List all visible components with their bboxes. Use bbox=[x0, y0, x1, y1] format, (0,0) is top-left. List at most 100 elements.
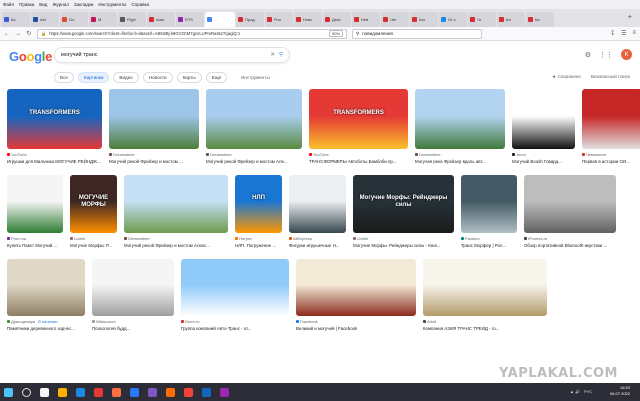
image-result[interactable]: TRANSFORMERS YouTube Игрушки для Мальчика … bbox=[7, 89, 102, 171]
result-caption[interactable]: Великий и могучий | Facebook bbox=[296, 326, 416, 331]
result-thumbnail[interactable] bbox=[92, 259, 174, 316]
taskbar-app-icon[interactable] bbox=[94, 387, 103, 397]
browser-tab[interactable]: Прод bbox=[236, 12, 264, 27]
image-result[interactable]: Prom.ua Купить Пакет Могучий ... bbox=[7, 175, 63, 255]
tab-4[interactable]: Новости bbox=[142, 72, 173, 83]
result-thumbnail[interactable] bbox=[7, 175, 63, 233]
image-result[interactable]: Dreamstime Могучий рекой Фрейзер и мостом… bbox=[206, 89, 302, 171]
downloads-icon[interactable]: ↧ bbox=[610, 30, 615, 37]
result-caption[interactable]: Могучий рекой Фрейзер и мостом Але... bbox=[206, 159, 302, 164]
tab-2[interactable]: Картинки bbox=[77, 72, 110, 83]
image-result[interactable]: НЛП Литрес НЛП. Погружение ... bbox=[235, 175, 282, 255]
result-thumbnail[interactable] bbox=[461, 175, 517, 233]
result-source[interactable]: AliExpress bbox=[289, 236, 346, 241]
taskbar-app-icon[interactable] bbox=[58, 387, 67, 397]
browser-tab[interactable]: Агас bbox=[147, 12, 175, 27]
google-logo[interactable]: Google bbox=[9, 49, 52, 64]
image-result[interactable]: Чемпионат Первая в истории ОИ... bbox=[582, 89, 640, 171]
result-thumbnail[interactable] bbox=[289, 175, 346, 233]
url-bar[interactable]: 🔒 https://www.google.com/search?client=f… bbox=[37, 28, 347, 39]
tab-5[interactable]: Карты bbox=[176, 72, 202, 83]
result-source[interactable]: Joom bbox=[512, 152, 575, 157]
image-result[interactable]: Artoll Компания АЗИЯ ТРАНС ТРЕЙД - го... bbox=[423, 259, 547, 338]
result-source[interactable]: iPhones.ru bbox=[524, 236, 616, 241]
apps-grid-icon[interactable]: ⋮⋮ bbox=[599, 51, 613, 59]
taskbar-app-icon[interactable] bbox=[112, 387, 121, 397]
tab-3[interactable]: Видео bbox=[113, 72, 139, 83]
image-result[interactable]: AliExpress Фигурки игрушечные Н... bbox=[289, 175, 346, 255]
result-thumbnail[interactable] bbox=[512, 89, 575, 149]
result-caption[interactable]: Игрушки для Мальчика МОГУЧИЕ РЕЙНДЖЕРЫ bbox=[7, 159, 102, 164]
image-result[interactable]: Драгоценара В наличии Памятники деревянног… bbox=[7, 259, 85, 338]
browser-tab[interactable]: Дега bbox=[323, 12, 351, 27]
image-result[interactable]: iPhones.ru Обзор портативной Bluetooth-ак… bbox=[524, 175, 616, 255]
result-thumbnail[interactable] bbox=[296, 259, 416, 316]
search-query[interactable]: могучий транс bbox=[61, 52, 266, 58]
result-thumbnail[interactable] bbox=[206, 89, 302, 149]
result-caption[interactable]: Памятники деревянного зодчес... bbox=[7, 326, 85, 331]
browser-tab[interactable]: М bbox=[89, 12, 117, 27]
tab-6[interactable]: Ещё bbox=[205, 72, 228, 83]
menu-item[interactable]: Вид bbox=[39, 2, 47, 7]
result-caption[interactable]: Фигурки игрушечные Н... bbox=[289, 243, 346, 248]
result-caption[interactable]: ТРАНСФОРМЕРЫ Автоботы Бамблби пр... bbox=[309, 159, 408, 164]
back-icon[interactable]: ← bbox=[4, 31, 10, 37]
result-thumbnail[interactable]: TRANSFORMERS bbox=[7, 89, 102, 149]
result-caption[interactable]: НЛП. Погружение ... bbox=[235, 243, 282, 248]
reload-icon[interactable]: ↻ bbox=[26, 30, 32, 37]
result-source[interactable]: Dreamstime bbox=[415, 152, 505, 157]
result-caption[interactable]: Обзор портативной Bluetooth-акустики ... bbox=[524, 243, 616, 248]
browser-search-box[interactable]: ⚲ повидомления bbox=[352, 28, 482, 39]
result-caption[interactable]: Могучая река Фрейзер вдоль авт... bbox=[415, 159, 505, 164]
result-source[interactable]: Drom.ru bbox=[181, 319, 289, 324]
result-thumbnail[interactable] bbox=[423, 259, 547, 316]
search-icon[interactable]: ⚲ bbox=[279, 52, 283, 58]
browser-tab[interactable]: RTS bbox=[176, 12, 204, 27]
image-result[interactable]: Dreamstime Могучий рекой Фрейзер и мостом… bbox=[124, 175, 228, 255]
result-caption[interactable]: Могучие Морфы. Рейнджеры силы - Книг... bbox=[353, 243, 454, 248]
menu-item[interactable]: Файл bbox=[3, 2, 14, 7]
browser-tab[interactable]: Роо bbox=[265, 12, 293, 27]
saved-link[interactable]: ★ Сохранено bbox=[552, 74, 581, 80]
result-caption[interactable]: Компания АЗИЯ ТРАНС ТРЕЙД - го... bbox=[423, 326, 547, 331]
result-thumbnail[interactable] bbox=[109, 89, 199, 149]
tray-icons[interactable]: ▲ 🔊 bbox=[570, 389, 580, 394]
tab-1[interactable]: Все bbox=[54, 72, 74, 83]
result-source[interactable]: Dreamstime bbox=[206, 152, 302, 157]
image-result[interactable]: МОГУЧИЕ МОРФЫ Livelib Могучие Морфы: Р... bbox=[70, 175, 117, 255]
result-source[interactable]: Livelib bbox=[353, 236, 454, 241]
taskbar-app-icon[interactable] bbox=[184, 387, 193, 397]
browser-tab[interactable]: Чет bbox=[381, 12, 409, 27]
result-source[interactable]: Facebook bbox=[296, 319, 416, 324]
image-result[interactable]: Joom Могучий Boosh Говард... bbox=[512, 89, 575, 171]
new-tab-button[interactable]: + bbox=[628, 14, 632, 21]
safe-search-link[interactable]: Безопасный поиск bbox=[591, 74, 630, 80]
result-thumbnail[interactable]: Могучие Морфы: Рейнджеры силы bbox=[353, 175, 454, 233]
tools-button[interactable]: Инструменты bbox=[241, 75, 270, 80]
image-result[interactable]: Drom.ru Группа компаний Авто-Транс - от..… bbox=[181, 259, 289, 338]
result-thumbnail[interactable] bbox=[415, 89, 505, 149]
browser-tab[interactable]: Gr o bbox=[439, 12, 467, 27]
result-caption[interactable]: Могучий рекой Фрейзер и мостом Алекс... bbox=[124, 243, 228, 248]
result-thumbnail[interactable] bbox=[524, 175, 616, 233]
result-source[interactable]: Литрес bbox=[235, 236, 282, 241]
result-thumbnail[interactable]: МОГУЧИЕ МОРФЫ bbox=[70, 175, 117, 233]
google-search-bar[interactable]: могучий транс ✕ ⚲ bbox=[54, 47, 290, 63]
result-source[interactable]: YouTube bbox=[7, 152, 102, 157]
image-result[interactable]: Wikisource Психология будд... bbox=[92, 259, 174, 338]
browser-tab[interactable]: Новс bbox=[294, 12, 322, 27]
library-icon[interactable]: ☰ bbox=[621, 30, 626, 37]
menu-icon[interactable]: ≡ bbox=[632, 30, 636, 37]
settings-icon[interactable]: ⚙ bbox=[585, 51, 591, 59]
lang-indicator[interactable]: РУС bbox=[584, 389, 592, 394]
result-source[interactable]: Чемпионат bbox=[582, 152, 640, 157]
clear-icon[interactable]: ✕ bbox=[270, 52, 275, 58]
image-result[interactable]: Facebook Великий и могучий | Facebook bbox=[296, 259, 416, 338]
result-thumbnail[interactable] bbox=[7, 259, 85, 316]
image-result[interactable]: Dreamstime Могучий рекой Фрейзер и мостом… bbox=[109, 89, 199, 171]
menu-item[interactable]: Закладки bbox=[74, 2, 93, 7]
result-source[interactable]: Драгоценара В наличии bbox=[7, 319, 85, 324]
taskbar-app-icon[interactable] bbox=[76, 387, 85, 397]
result-caption[interactable]: Могучий рекой Фрейзер и мостом ... bbox=[109, 159, 199, 164]
image-result[interactable]: Fandom Транс Морфер | Рол... bbox=[461, 175, 517, 255]
